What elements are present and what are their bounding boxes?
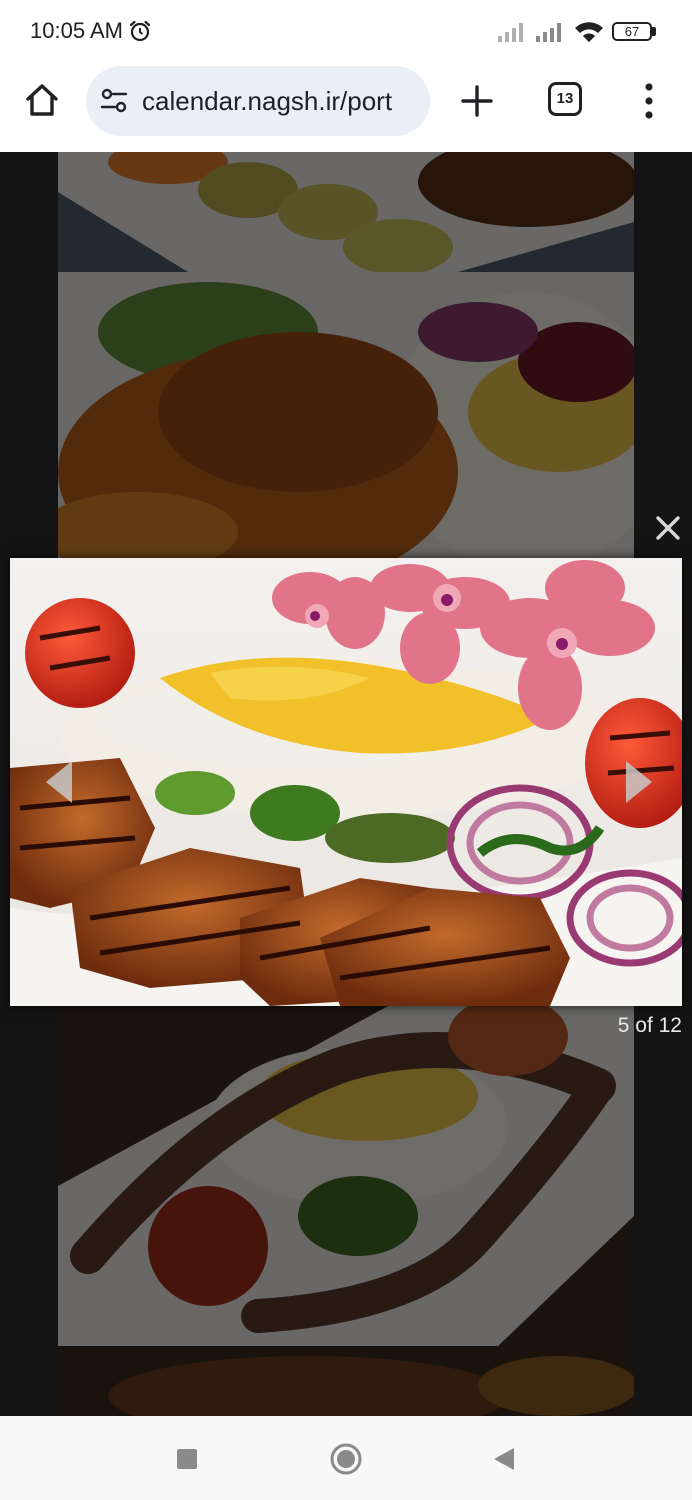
tab-switcher-button[interactable]: 13 — [548, 82, 582, 116]
close-icon[interactable] — [652, 512, 684, 544]
lightbox-image[interactable] — [10, 558, 682, 1006]
status-time: 10:05 AM — [30, 18, 123, 43]
page-content: 5 of 12 — [0, 152, 692, 1416]
square-icon[interactable] — [170, 1442, 204, 1476]
plus-icon[interactable] — [460, 84, 494, 118]
signal-icon-2 — [536, 23, 561, 42]
wifi-icon — [575, 22, 603, 42]
tune-icon[interactable] — [100, 88, 128, 114]
triangle-back-icon[interactable] — [487, 1442, 521, 1476]
more-vert-icon[interactable] — [640, 82, 658, 120]
browser-toolbar: calendar.nagsh.ir/port 13 — [0, 62, 692, 153]
arrow-left-icon[interactable] — [40, 757, 80, 807]
system-nav-bar — [0, 1416, 692, 1500]
battery-tip — [652, 27, 656, 36]
alarm-icon — [129, 20, 151, 42]
image-counter: 5 of 12 — [617, 1014, 682, 1037]
signal-icon — [498, 23, 523, 42]
battery-indicator: 67 — [612, 22, 652, 41]
battery-level: 67 — [624, 24, 640, 39]
home-icon[interactable] — [22, 80, 62, 120]
circle-icon[interactable] — [329, 1442, 363, 1476]
arrow-right-icon[interactable] — [618, 757, 658, 807]
url-bar[interactable]: calendar.nagsh.ir/port — [86, 66, 430, 136]
url-text[interactable]: calendar.nagsh.ir/port — [142, 86, 392, 117]
status-bar: 10:05 AM 67 — [0, 0, 692, 62]
